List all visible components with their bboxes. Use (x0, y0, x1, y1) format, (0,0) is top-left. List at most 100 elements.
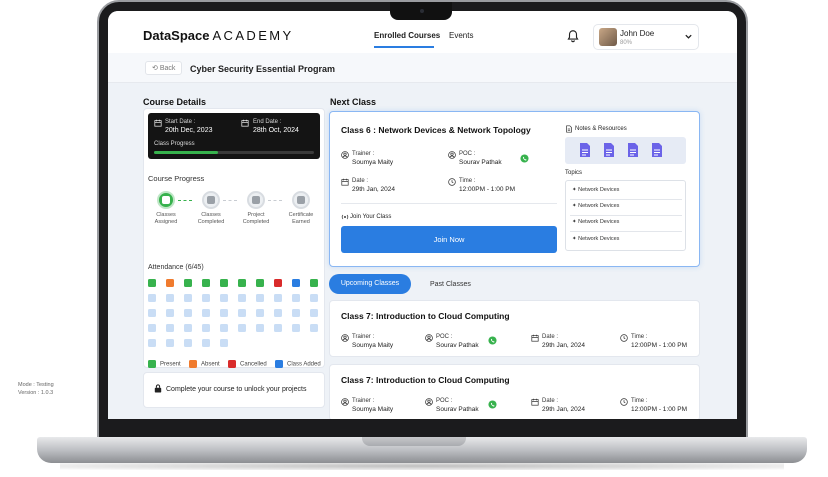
locked-projects-text: Complete your course to unlock your proj… (166, 386, 307, 393)
step-status-icon (202, 191, 220, 209)
attendance-day (310, 279, 318, 287)
time-value: 12:00PM - 1:00 PM (631, 406, 687, 413)
date-value: 29th Jan, 2024 (542, 342, 586, 349)
step-certificate-earned: Certificate Earned (281, 191, 321, 226)
calendar-icon (531, 334, 539, 342)
bell-icon[interactable] (566, 29, 580, 43)
attendance-day (202, 339, 210, 347)
attendance-day (148, 279, 156, 287)
file-icon[interactable] (579, 142, 591, 158)
class-progress-fill (154, 151, 218, 154)
topic-item: ✦ Network Devices (572, 236, 619, 242)
legend-swatch (148, 360, 156, 368)
chevron-down-icon (685, 34, 692, 39)
whatsapp-icon[interactable] (520, 154, 529, 163)
tab-upcoming-classes[interactable]: Upcoming Classes (329, 274, 411, 294)
back-button[interactable]: ⟲ Back (145, 61, 183, 75)
topic-item: ✦ Network Devices (572, 187, 619, 193)
poc-label: POC : (436, 398, 453, 404)
attendance-day (220, 339, 228, 347)
attendance-day (292, 324, 300, 332)
attendance-day (256, 279, 264, 287)
attendance-day (184, 309, 192, 317)
divider (570, 231, 682, 232)
attendance-day (292, 294, 300, 302)
user-icon (425, 398, 433, 406)
attendance-day (202, 309, 210, 317)
version-text: Version : 1.0.3 (18, 390, 54, 396)
tab-enrolled-courses[interactable]: Enrolled Courses (374, 31, 440, 40)
locked-projects-card: Complete your course to unlock your proj… (143, 372, 325, 408)
date-label: Date : (352, 178, 369, 184)
sub-header: ⟲ Back Cyber Security Essential Program (108, 53, 737, 83)
tab-events[interactable]: Events (449, 31, 473, 40)
end-date-value: 28th Oct, 2024 (253, 127, 299, 134)
attendance-day (220, 279, 228, 287)
step-status-icon (157, 191, 175, 209)
class-title: Class 7: Introduction to Cloud Computing (341, 375, 510, 385)
laptop-base-lip (362, 437, 466, 446)
attendance-day (274, 324, 282, 332)
legend-cancelled: Cancelled (228, 360, 267, 368)
course-details-title: Course Details (143, 97, 207, 107)
legend-label: Present (160, 361, 181, 368)
upcoming-class-card[interactable]: Class 7: Introduction to Cloud Computing… (329, 300, 700, 357)
date-label: Date : (542, 334, 559, 340)
next-class-title: Next Class (330, 97, 377, 107)
file-icon[interactable] (627, 142, 639, 158)
start-date-value: 20th Dec, 2023 (165, 127, 213, 134)
attendance-day (310, 309, 318, 317)
join-now-button[interactable]: Join Now (341, 226, 557, 253)
join-class-label: Join Your Class (350, 214, 392, 220)
user-progress: 80% (620, 40, 633, 46)
trainer-label: Trainer : (352, 334, 375, 340)
legend-label: Class Added (287, 361, 321, 368)
step-classes-assigned: Classes Assigned (146, 191, 186, 226)
clock-icon (620, 398, 628, 406)
calendar-icon (341, 178, 349, 186)
topic-label: Network Devices (578, 236, 620, 242)
poc-value: Sourav Pathak (436, 406, 479, 413)
topics-list: ✦ Network Devices ✦ Network Devices ✦ Ne… (565, 180, 686, 251)
attendance-day (238, 309, 246, 317)
user-icon (425, 334, 433, 342)
topic-item: ✦ Network Devices (572, 219, 619, 225)
trainer-label: Trainer : (352, 151, 375, 157)
attendance-day (202, 279, 210, 287)
tab-past-classes[interactable]: Past Classes (430, 281, 471, 288)
camera-icon (420, 9, 424, 13)
attendance-day (184, 294, 192, 302)
whatsapp-icon[interactable] (488, 336, 497, 345)
file-icon[interactable] (603, 142, 615, 158)
divider (341, 203, 557, 204)
trainer-value: Soumya Maity (352, 342, 394, 349)
legend-swatch (275, 360, 283, 368)
attendance-day (184, 279, 192, 287)
attendance-day (166, 309, 174, 317)
date-value: 29th Jan, 2024 (352, 186, 396, 193)
attendance-day (202, 294, 210, 302)
upcoming-class-card[interactable]: Class 7: Introduction to Cloud Computing… (329, 364, 700, 419)
step-status-icon (292, 191, 310, 209)
attendance-day (166, 294, 174, 302)
user-menu[interactable]: John Doe 80% (593, 24, 699, 50)
whatsapp-icon[interactable] (488, 400, 497, 409)
brand-logo[interactable]: DataSpace ACADEMY (143, 28, 294, 43)
attendance-day (256, 309, 264, 317)
attendance-day (238, 294, 246, 302)
course-dates-card: Start Date : 20th Dec, 2023 End Date : 2… (148, 113, 320, 159)
attendance-day (166, 279, 174, 287)
file-icon[interactable] (651, 142, 663, 158)
calendar-icon (531, 398, 539, 406)
class-title: Class 7: Introduction to Cloud Computing (341, 311, 510, 321)
step-label: Certificate Earned (288, 212, 314, 225)
attendance-day (256, 294, 264, 302)
course-details-card: Start Date : 20th Dec, 2023 End Date : 2… (143, 108, 325, 368)
end-date-label: End Date : (253, 119, 282, 125)
attendance-day (256, 324, 264, 332)
legend-present: Present (148, 360, 181, 368)
step-classes-completed: Classes Completed (191, 191, 231, 226)
class-progress-bar (154, 151, 314, 154)
attendance-day (274, 294, 282, 302)
attendance-day (274, 309, 282, 317)
